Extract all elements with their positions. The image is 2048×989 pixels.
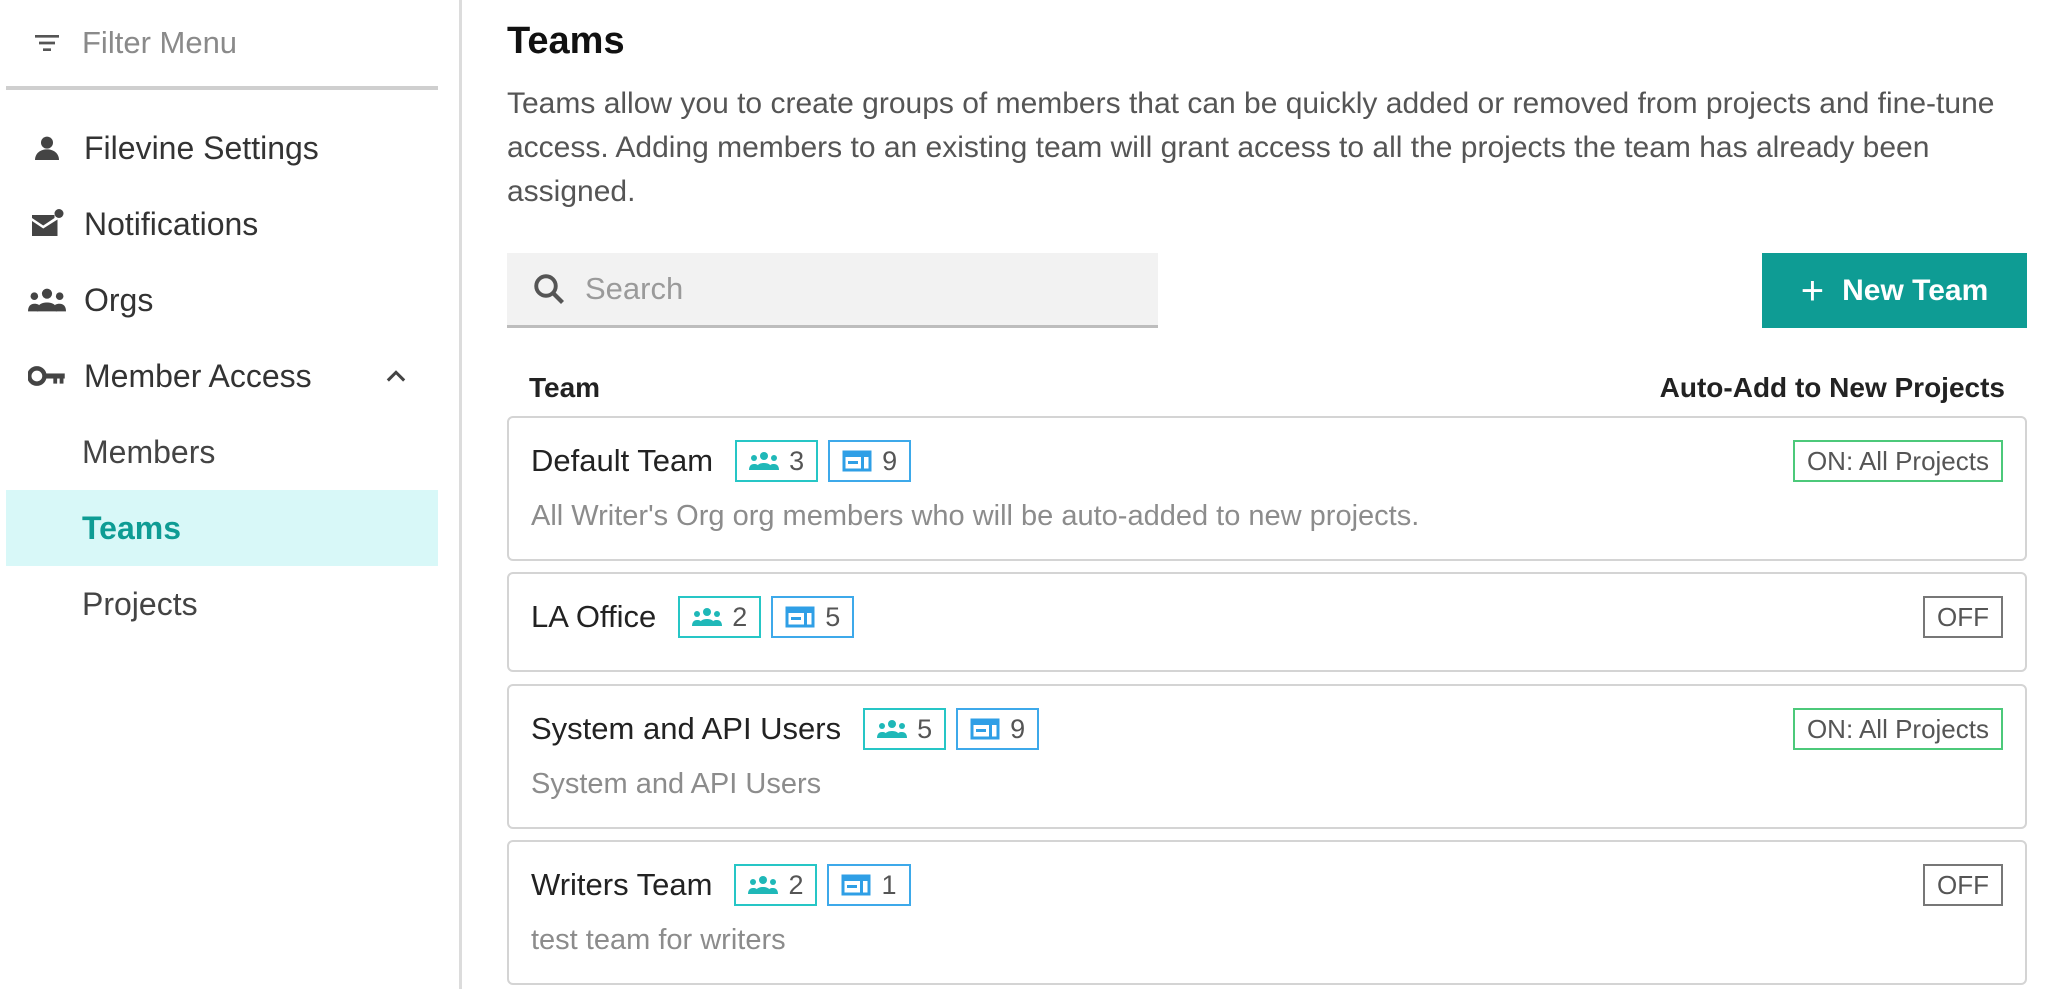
projects-count-chip: 5 bbox=[771, 596, 855, 638]
team-row[interactable]: Default Team 3 9 All Writer's Org org me… bbox=[507, 416, 2027, 561]
members-count-chip: 2 bbox=[678, 596, 762, 638]
column-header-team: Team bbox=[529, 372, 601, 403]
members-count-chip: 5 bbox=[863, 708, 947, 750]
sidebar: Filter Menu Filevine Settings Notificati… bbox=[0, 0, 462, 989]
team-row[interactable]: LA Office 2 5 OFF bbox=[507, 572, 2027, 672]
sidebar-item-label: Filevine Settings bbox=[84, 129, 319, 166]
team-name: System and API Users bbox=[531, 711, 842, 746]
projects-count-chip: 1 bbox=[827, 864, 911, 906]
group-icon bbox=[748, 876, 779, 894]
chevron-up-icon[interactable] bbox=[382, 362, 410, 390]
page-description: Teams allow you to create groups of memb… bbox=[507, 87, 1995, 208]
project-icon bbox=[785, 606, 815, 628]
team-row[interactable]: Writers Team 2 1 test team for writers O… bbox=[507, 840, 2027, 985]
main-content: Teams Teams allow you to create groups o… bbox=[507, 0, 2027, 989]
projects-count: 5 bbox=[825, 601, 841, 632]
sidebar-item-filevine-settings[interactable]: Filevine Settings bbox=[6, 110, 438, 186]
group-icon bbox=[877, 720, 908, 738]
auto-add-badge: ON: All Projects bbox=[1792, 440, 2003, 482]
sidebar-subitem-label: Projects bbox=[82, 585, 198, 622]
sidebar-nav: Filevine Settings Notifications Orgs Mem… bbox=[6, 110, 438, 642]
column-header-auto-add: Auto-Add to New Projects bbox=[1659, 372, 2005, 403]
members-count-chip: 2 bbox=[734, 864, 818, 906]
group-icon bbox=[749, 452, 780, 470]
team-name: Writers Team bbox=[531, 867, 713, 902]
sidebar-subitem-members[interactable]: Members bbox=[6, 414, 438, 490]
team-description: All Writer's Org org members who will be… bbox=[531, 500, 1420, 532]
key-icon bbox=[28, 357, 66, 395]
new-team-label: New Team bbox=[1842, 273, 1989, 307]
members-count-chip: 3 bbox=[735, 440, 819, 482]
team-row[interactable]: System and API Users 5 9 System and API … bbox=[507, 684, 2027, 829]
members-count: 2 bbox=[788, 869, 804, 900]
team-description: test team for writers bbox=[531, 924, 786, 956]
team-name: Default Team bbox=[531, 443, 714, 478]
search-input[interactable] bbox=[585, 271, 1145, 307]
auto-add-badge: OFF bbox=[1923, 596, 2003, 638]
sidebar-item-member-access[interactable]: Member Access bbox=[6, 338, 438, 414]
search-icon bbox=[531, 271, 567, 307]
members-count: 3 bbox=[789, 445, 805, 476]
new-team-button[interactable]: + New Team bbox=[1762, 253, 2027, 328]
sidebar-subitem-teams[interactable]: Teams bbox=[6, 490, 438, 566]
sidebar-item-label: Member Access bbox=[84, 357, 312, 394]
plus-icon: + bbox=[1800, 268, 1825, 313]
sidebar-subitem-label: Members bbox=[82, 433, 216, 470]
page-title: Teams bbox=[507, 20, 625, 62]
sidebar-item-notifications[interactable]: Notifications bbox=[6, 186, 438, 262]
person-icon bbox=[28, 129, 66, 167]
group-icon bbox=[28, 281, 66, 319]
sidebar-item-label: Orgs bbox=[84, 281, 154, 318]
filter-menu[interactable]: Filter Menu bbox=[6, 0, 438, 90]
sidebar-item-label: Notifications bbox=[84, 205, 259, 242]
sidebar-subitem-label: Teams bbox=[82, 509, 182, 546]
search-box[interactable] bbox=[507, 253, 1158, 328]
project-icon bbox=[970, 718, 1000, 740]
team-description: System and API Users bbox=[531, 768, 822, 800]
filter-icon bbox=[30, 26, 64, 60]
projects-count-chip: 9 bbox=[956, 708, 1040, 750]
projects-count-chip: 9 bbox=[828, 440, 912, 482]
mail-notification-icon bbox=[28, 205, 66, 243]
auto-add-badge: ON: All Projects bbox=[1792, 708, 2003, 750]
project-icon bbox=[842, 450, 872, 472]
projects-count: 1 bbox=[881, 869, 897, 900]
auto-add-badge: OFF bbox=[1923, 864, 2003, 906]
members-count: 5 bbox=[917, 713, 933, 744]
team-name: LA Office bbox=[531, 599, 657, 634]
project-icon bbox=[841, 874, 871, 896]
projects-count: 9 bbox=[1010, 713, 1026, 744]
members-count: 2 bbox=[732, 601, 748, 632]
filter-menu-placeholder: Filter Menu bbox=[82, 25, 238, 60]
group-icon bbox=[692, 608, 723, 626]
sidebar-subitem-projects[interactable]: Projects bbox=[6, 566, 438, 642]
projects-count: 9 bbox=[882, 445, 898, 476]
sidebar-item-orgs[interactable]: Orgs bbox=[6, 262, 438, 338]
